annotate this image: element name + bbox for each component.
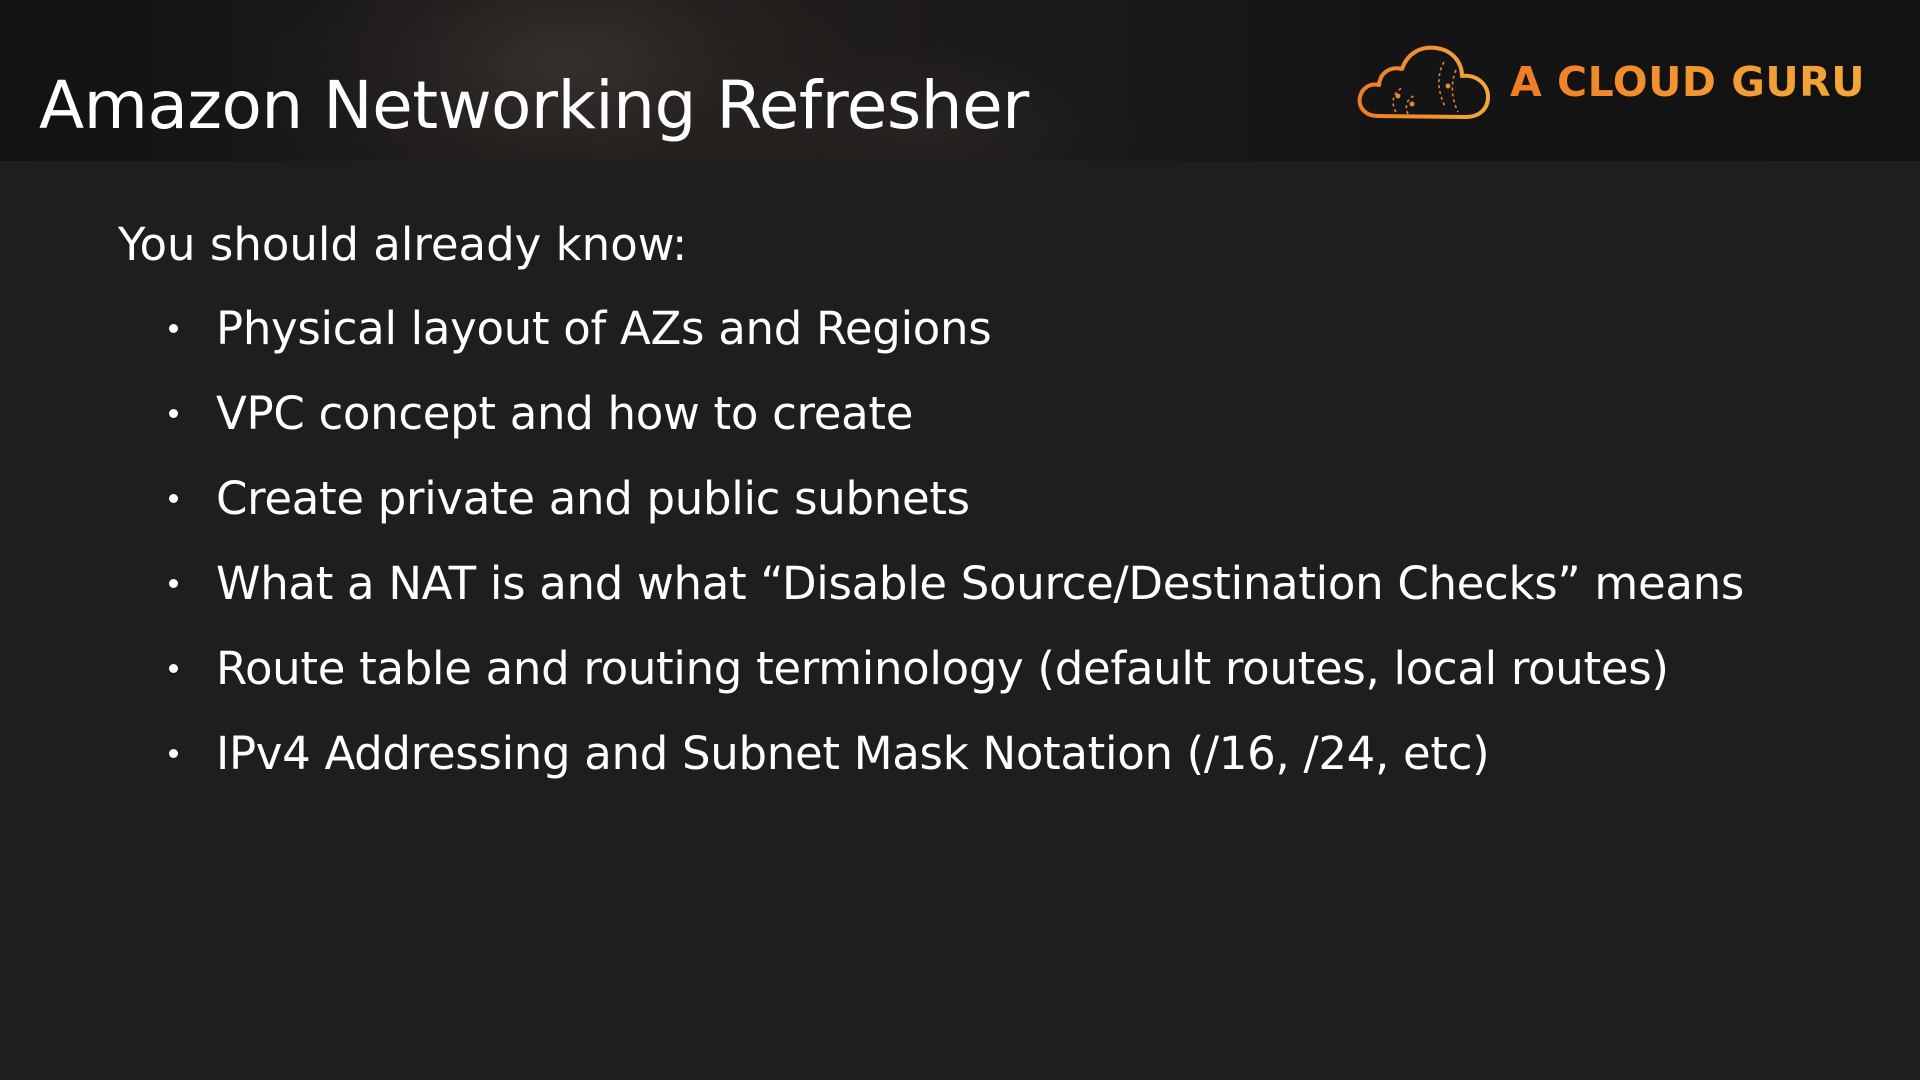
bullet-dot-icon	[169, 324, 178, 333]
bullet-text: Physical layout of AZs and Regions	[216, 302, 992, 355]
bullet-item: IPv4 Addressing and Subnet Mask Notation…	[118, 719, 1818, 804]
brand-logo-text: A CLOUD GURU	[1510, 58, 1866, 106]
bullet-text: What a NAT is and what “Disable Source/D…	[216, 557, 1744, 610]
bullet-text: Route table and routing terminology (def…	[216, 642, 1669, 695]
bullet-item: Physical layout of AZs and Regions	[118, 294, 1818, 379]
bullet-text: Create private and public subnets	[216, 472, 970, 525]
bullet-dot-icon	[169, 409, 178, 418]
bullet-dot-icon	[169, 579, 178, 588]
slide-header: Amazon Networking Refresher A CLOUD GURU	[0, 0, 1920, 161]
bullet-list: Physical layout of AZs and Regions VPC c…	[118, 294, 1818, 804]
bullet-text: IPv4 Addressing and Subnet Mask Notation…	[216, 727, 1490, 780]
cloud-icon	[1357, 45, 1490, 119]
bullet-item: What a NAT is and what “Disable Source/D…	[118, 549, 1818, 634]
slide-body: You should already know: Physical layout…	[118, 210, 1818, 804]
bullet-item: VPC concept and how to create	[118, 379, 1818, 464]
intro-text: You should already know:	[118, 218, 688, 271]
brand-logo: A CLOUD GURU	[1356, 42, 1865, 122]
bullet-item: Create private and public subnets	[118, 464, 1818, 549]
bullet-text: VPC concept and how to create	[216, 387, 914, 440]
bullet-item: Route table and routing terminology (def…	[118, 634, 1818, 719]
slide: Amazon Networking Refresher A CLOUD GURU	[0, 0, 1920, 1080]
bullet-dot-icon	[169, 664, 178, 673]
bullet-dot-icon	[169, 749, 178, 758]
bullet-dot-icon	[169, 494, 178, 503]
slide-title: Amazon Networking Refresher	[39, 67, 1029, 144]
